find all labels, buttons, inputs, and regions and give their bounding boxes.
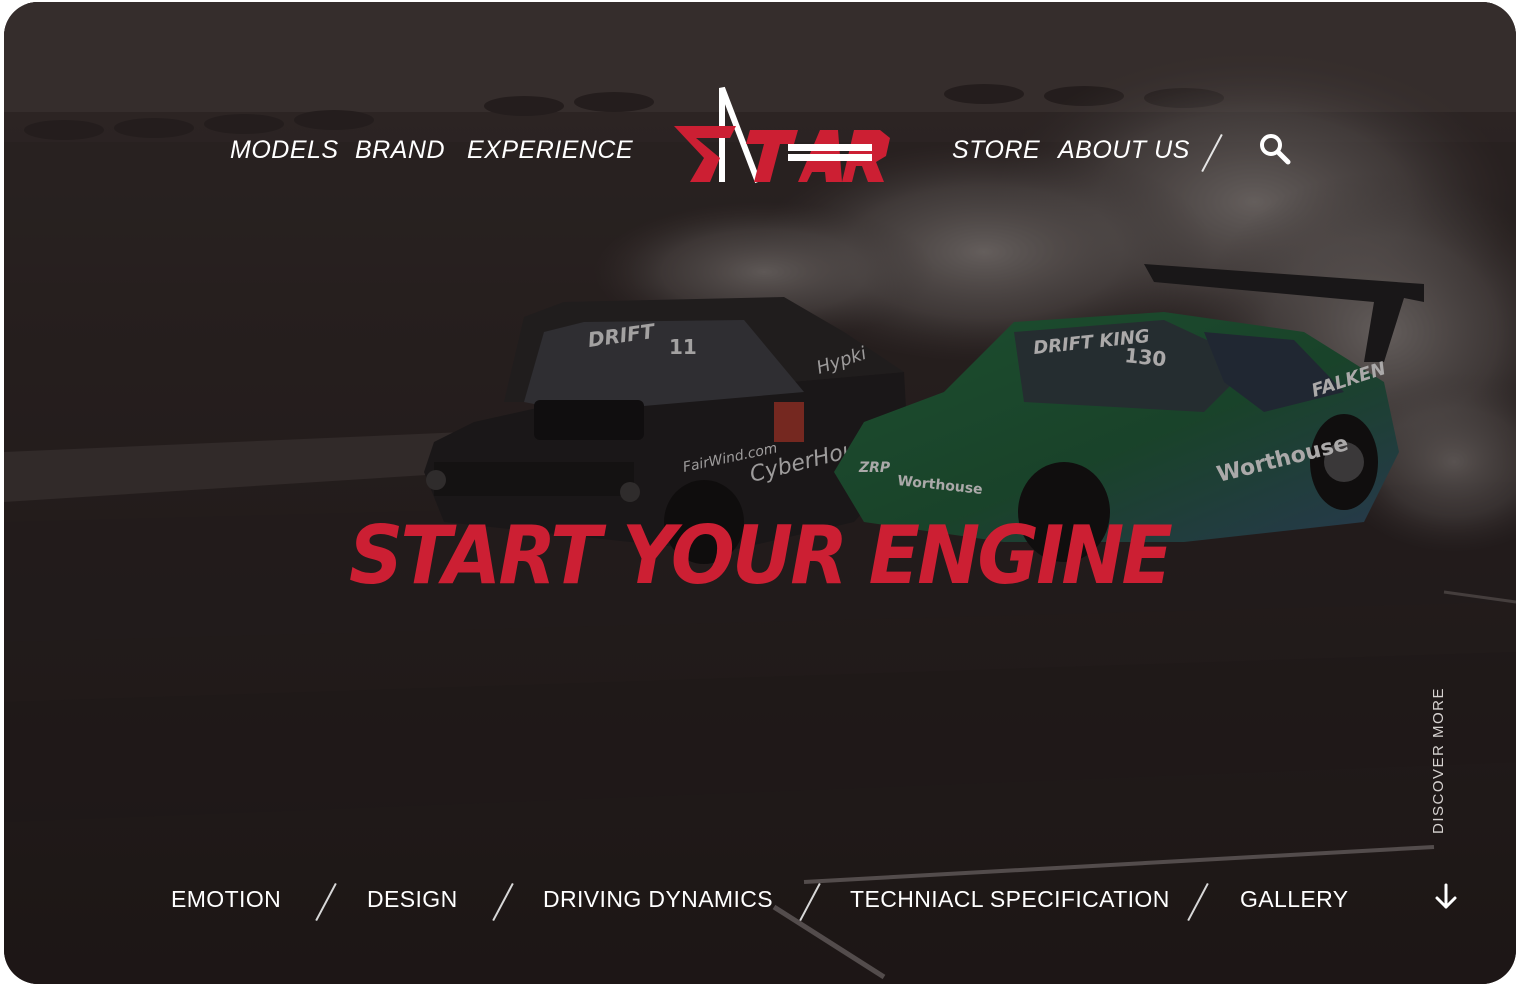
discover-more-link[interactable]: DISCOVER MORE <box>1430 687 1447 834</box>
nav-link-experience[interactable]: EXPERIENCE <box>467 136 633 165</box>
brand-logo[interactable] <box>670 86 894 190</box>
hero-banner: DRIFT 11 FairWind.com CyberHouse Hypki D… <box>4 2 1516 984</box>
section-link-design[interactable]: DESIGN <box>367 886 458 913</box>
section-link-driving-dynamics[interactable]: DRIVING DYNAMICS <box>543 886 773 913</box>
nav-link-models[interactable]: MODELS <box>230 136 339 165</box>
hero-title: START YOUR ENGINE <box>349 509 1173 602</box>
section-link-technical-specification[interactable]: TECHNIACL SPECIFICATION <box>850 886 1170 913</box>
nav-link-store[interactable]: STORE <box>952 136 1040 165</box>
nav-link-about-us[interactable]: ABOUT US <box>1058 136 1190 165</box>
nav-link-brand[interactable]: BRAND <box>355 136 445 165</box>
search-icon[interactable] <box>1258 132 1292 166</box>
arrow-down-icon[interactable] <box>1432 882 1460 912</box>
section-link-emotion[interactable]: EMOTION <box>171 886 281 913</box>
section-link-gallery[interactable]: GALLERY <box>1240 886 1349 913</box>
